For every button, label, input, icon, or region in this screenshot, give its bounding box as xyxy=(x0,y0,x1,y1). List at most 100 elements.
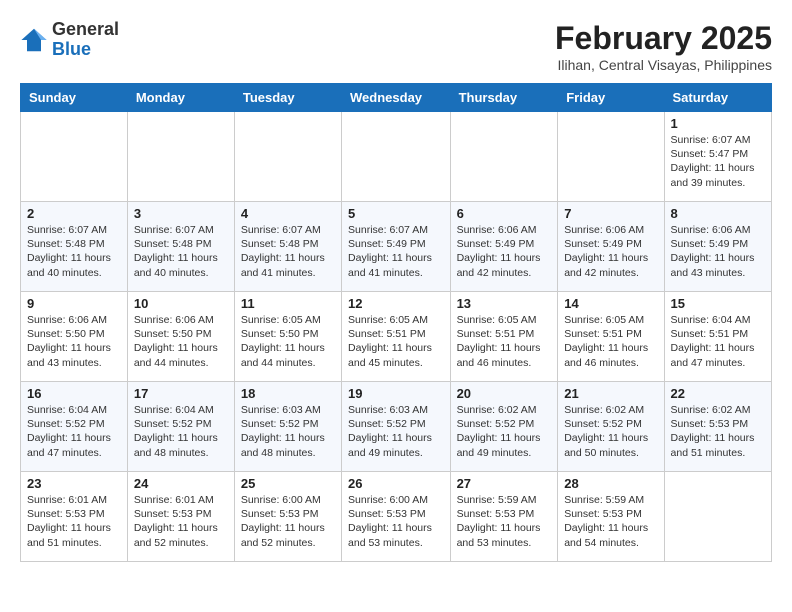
calendar-week-row: 16Sunrise: 6:04 AMSunset: 5:52 PMDayligh… xyxy=(21,382,772,472)
day-info: Sunrise: 6:07 AMSunset: 5:47 PMDaylight:… xyxy=(671,133,765,190)
weekday-header-wednesday: Wednesday xyxy=(342,84,451,112)
day-info: Sunrise: 6:04 AMSunset: 5:52 PMDaylight:… xyxy=(27,403,121,460)
day-number: 26 xyxy=(348,476,444,491)
day-info: Sunrise: 6:06 AMSunset: 5:49 PMDaylight:… xyxy=(564,223,657,280)
calendar-cell: 14Sunrise: 6:05 AMSunset: 5:51 PMDayligh… xyxy=(558,292,664,382)
day-info: Sunrise: 6:00 AMSunset: 5:53 PMDaylight:… xyxy=(241,493,335,550)
day-number: 13 xyxy=(457,296,552,311)
day-number: 18 xyxy=(241,386,335,401)
day-number: 27 xyxy=(457,476,552,491)
day-number: 23 xyxy=(27,476,121,491)
day-info: Sunrise: 5:59 AMSunset: 5:53 PMDaylight:… xyxy=(564,493,657,550)
day-number: 12 xyxy=(348,296,444,311)
weekday-header-monday: Monday xyxy=(127,84,234,112)
location-subtitle: Ilihan, Central Visayas, Philippines xyxy=(555,57,772,73)
weekday-header-sunday: Sunday xyxy=(21,84,128,112)
calendar-cell: 19 Sunrise: 6:03 AMSunset: 5:52 PMDayligh… xyxy=(342,382,451,472)
calendar-cell: 22 Sunrise: 6:02 AMSunset: 5:53 PMDayligh… xyxy=(664,382,771,472)
calendar-cell: 26 Sunrise: 6:00 AMSunset: 5:53 PMDayligh… xyxy=(342,472,451,562)
day-number: 15 xyxy=(671,296,765,311)
day-number: 20 xyxy=(457,386,552,401)
day-info: Sunrise: 6:06 AMSunset: 5:49 PMDaylight:… xyxy=(671,223,765,280)
calendar-cell: 25Sunrise: 6:00 AMSunset: 5:53 PMDayligh… xyxy=(234,472,341,562)
day-number: 24 xyxy=(134,476,228,491)
calendar-cell: 21Sunrise: 6:02 AMSunset: 5:52 PMDayligh… xyxy=(558,382,664,472)
logo: General Blue xyxy=(20,20,119,60)
calendar-cell: 8 Sunrise: 6:06 AMSunset: 5:49 PMDaylight… xyxy=(664,202,771,292)
calendar-cell: 15Sunrise: 6:04 AMSunset: 5:51 PMDayligh… xyxy=(664,292,771,382)
day-number: 11 xyxy=(241,296,335,311)
calendar-cell xyxy=(558,112,664,202)
calendar-cell: 10Sunrise: 6:06 AMSunset: 5:50 PMDayligh… xyxy=(127,292,234,382)
day-info: Sunrise: 6:02 AMSunset: 5:53 PMDaylight:… xyxy=(671,403,765,460)
day-info: Sunrise: 6:07 AMSunset: 5:49 PMDaylight:… xyxy=(348,223,444,280)
calendar-cell: 12 Sunrise: 6:05 AMSunset: 5:51 PMDayligh… xyxy=(342,292,451,382)
calendar-cell: 20 Sunrise: 6:02 AMSunset: 5:52 PMDayligh… xyxy=(450,382,558,472)
calendar-cell: 5 Sunrise: 6:07 AMSunset: 5:49 PMDaylight… xyxy=(342,202,451,292)
day-number: 19 xyxy=(348,386,444,401)
day-number: 1 xyxy=(671,116,765,131)
day-info: Sunrise: 6:05 AMSunset: 5:51 PMDaylight:… xyxy=(348,313,444,370)
calendar-cell: 24 Sunrise: 6:01 AMSunset: 5:53 PMDayligh… xyxy=(127,472,234,562)
weekday-header-row: SundayMondayTuesdayWednesdayThursdayFrid… xyxy=(21,84,772,112)
calendar-cell: 2 Sunrise: 6:07 AMSunset: 5:48 PMDaylight… xyxy=(21,202,128,292)
calendar-cell xyxy=(21,112,128,202)
day-info: Sunrise: 6:04 AMSunset: 5:52 PMDaylight:… xyxy=(134,403,228,460)
day-number: 2 xyxy=(27,206,121,221)
calendar-cell: 9 Sunrise: 6:06 AMSunset: 5:50 PMDaylight… xyxy=(21,292,128,382)
month-year-title: February 2025 xyxy=(555,20,772,57)
day-info: Sunrise: 6:07 AMSunset: 5:48 PMDaylight:… xyxy=(241,223,335,280)
weekday-header-saturday: Saturday xyxy=(664,84,771,112)
calendar-cell xyxy=(450,112,558,202)
day-number: 7 xyxy=(564,206,657,221)
logo-blue-text: Blue xyxy=(52,39,91,59)
calendar-cell: 17Sunrise: 6:04 AMSunset: 5:52 PMDayligh… xyxy=(127,382,234,472)
calendar-cell: 6 Sunrise: 6:06 AMSunset: 5:49 PMDaylight… xyxy=(450,202,558,292)
calendar-cell xyxy=(664,472,771,562)
day-number: 4 xyxy=(241,206,335,221)
day-number: 5 xyxy=(348,206,444,221)
title-block: February 2025 Ilihan, Central Visayas, P… xyxy=(555,20,772,73)
calendar-cell xyxy=(127,112,234,202)
calendar-week-row: 2 Sunrise: 6:07 AMSunset: 5:48 PMDaylight… xyxy=(21,202,772,292)
day-info: Sunrise: 6:03 AMSunset: 5:52 PMDaylight:… xyxy=(241,403,335,460)
weekday-header-tuesday: Tuesday xyxy=(234,84,341,112)
calendar-cell: 23Sunrise: 6:01 AMSunset: 5:53 PMDayligh… xyxy=(21,472,128,562)
calendar-cell xyxy=(234,112,341,202)
day-number: 3 xyxy=(134,206,228,221)
calendar-cell: 3Sunrise: 6:07 AMSunset: 5:48 PMDaylight… xyxy=(127,202,234,292)
calendar-cell: 16Sunrise: 6:04 AMSunset: 5:52 PMDayligh… xyxy=(21,382,128,472)
day-info: Sunrise: 6:07 AMSunset: 5:48 PMDaylight:… xyxy=(27,223,121,280)
logo-general-text: General xyxy=(52,19,119,39)
day-number: 8 xyxy=(671,206,765,221)
weekday-header-thursday: Thursday xyxy=(450,84,558,112)
day-info: Sunrise: 6:06 AMSunset: 5:49 PMDaylight:… xyxy=(457,223,552,280)
weekday-header-friday: Friday xyxy=(558,84,664,112)
calendar-cell: 7 Sunrise: 6:06 AMSunset: 5:49 PMDaylight… xyxy=(558,202,664,292)
calendar-cell: 13Sunrise: 6:05 AMSunset: 5:51 PMDayligh… xyxy=(450,292,558,382)
day-info: Sunrise: 6:02 AMSunset: 5:52 PMDaylight:… xyxy=(457,403,552,460)
calendar-cell xyxy=(342,112,451,202)
day-info: Sunrise: 6:05 AMSunset: 5:50 PMDaylight:… xyxy=(241,313,335,370)
calendar-week-row: 9 Sunrise: 6:06 AMSunset: 5:50 PMDaylight… xyxy=(21,292,772,382)
calendar-week-row: 23 Sunrise: 6:01 AMSunset: 5:53 PMDayligh… xyxy=(21,472,772,562)
calendar-week-row: 1 Sunrise: 6:07 AMSunset: 5:47 PMDaylight… xyxy=(21,112,772,202)
day-number: 6 xyxy=(457,206,552,221)
day-info: Sunrise: 6:05 AMSunset: 5:51 PMDaylight:… xyxy=(564,313,657,370)
day-info: Sunrise: 5:59 AMSunset: 5:53 PMDaylight:… xyxy=(457,493,552,550)
day-number: 10 xyxy=(134,296,228,311)
day-info: Sunrise: 6:00 AMSunset: 5:53 PMDaylight:… xyxy=(348,493,444,550)
calendar-cell: 4 Sunrise: 6:07 AMSunset: 5:48 PMDaylight… xyxy=(234,202,341,292)
day-info: Sunrise: 6:03 AMSunset: 5:52 PMDaylight:… xyxy=(348,403,444,460)
calendar-cell: 27 Sunrise: 5:59 AMSunset: 5:53 PMDayligh… xyxy=(450,472,558,562)
calendar-cell: 11 Sunrise: 6:05 AMSunset: 5:50 PMDayligh… xyxy=(234,292,341,382)
calendar-cell: 18 Sunrise: 6:03 AMSunset: 5:52 PMDayligh… xyxy=(234,382,341,472)
day-number: 9 xyxy=(27,296,121,311)
logo-icon xyxy=(20,26,48,54)
day-info: Sunrise: 6:01 AMSunset: 5:53 PMDaylight:… xyxy=(134,493,228,550)
day-number: 22 xyxy=(671,386,765,401)
calendar-table: SundayMondayTuesdayWednesdayThursdayFrid… xyxy=(20,83,772,562)
calendar-cell: 28Sunrise: 5:59 AMSunset: 5:53 PMDayligh… xyxy=(558,472,664,562)
day-info: Sunrise: 6:06 AMSunset: 5:50 PMDaylight:… xyxy=(27,313,121,370)
page-header: General Blue February 2025 Ilihan, Centr… xyxy=(20,20,772,73)
